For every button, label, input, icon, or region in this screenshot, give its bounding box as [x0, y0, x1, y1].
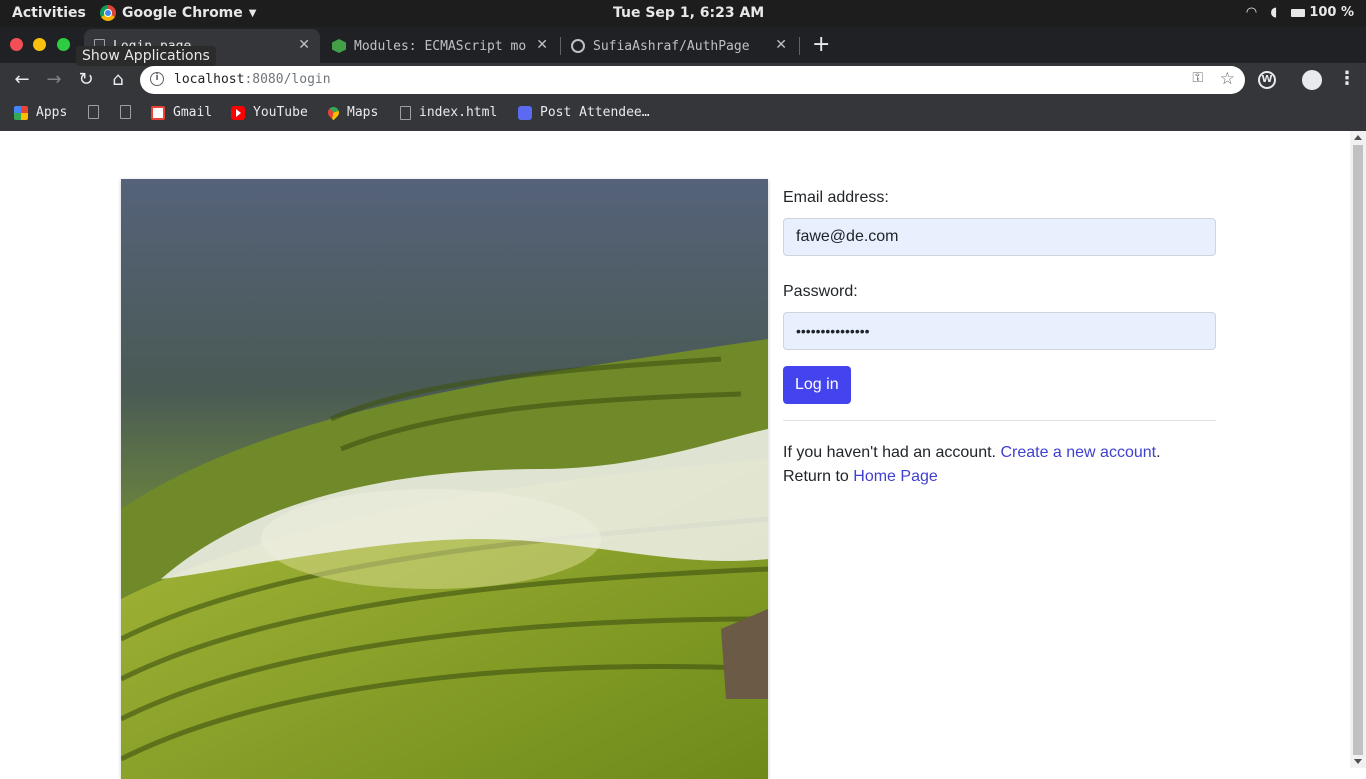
- close-tab-icon[interactable]: ✕: [775, 37, 787, 53]
- reload-button[interactable]: ↻: [74, 68, 98, 92]
- gnome-top-bar: Activities Google Chrome ▼ Tue Sep 1, 6:…: [0, 0, 1366, 27]
- back-button[interactable]: ←: [10, 68, 34, 92]
- close-tab-icon[interactable]: ✕: [536, 37, 548, 53]
- battery-status: 100 %: [1291, 5, 1354, 20]
- battery-icon: [1291, 8, 1306, 17]
- page-content: Email address: fawe@de.com Password: •••…: [0, 131, 1350, 779]
- key-icon[interactable]: ⚿: [1192, 70, 1203, 86]
- home-button[interactable]: ⌂: [106, 68, 130, 92]
- wifi-icon: ◠: [1246, 5, 1257, 20]
- forward-button[interactable]: →: [42, 68, 66, 92]
- maximize-window-button[interactable]: [57, 38, 70, 51]
- apps-grid-icon: [14, 105, 28, 120]
- app-menu[interactable]: Google Chrome ▼: [100, 5, 256, 21]
- profile-avatar[interactable]: [1302, 70, 1322, 90]
- bookmark-page[interactable]: [88, 105, 99, 119]
- minimize-window-button[interactable]: [33, 38, 46, 51]
- chrome-icon: [100, 5, 116, 21]
- account-help-text: If you haven't had an account. Create a …: [783, 444, 1161, 485]
- new-tab-button[interactable]: +: [812, 32, 830, 57]
- chevron-down-icon: ▼: [248, 7, 257, 19]
- password-field[interactable]: •••••••••••••••: [783, 312, 1216, 350]
- scrollbar-thumb[interactable]: [1353, 145, 1363, 755]
- close-window-button[interactable]: [10, 38, 23, 51]
- tab-modules[interactable]: Modules: ECMAScript mo ✕: [322, 29, 558, 63]
- menu-icon[interactable]: ⋮: [1338, 68, 1356, 89]
- close-tab-icon[interactable]: ✕: [298, 37, 310, 53]
- clock[interactable]: Tue Sep 1, 6:23 AM: [613, 5, 764, 21]
- zoom-icon: [518, 105, 532, 120]
- maps-icon: [325, 104, 342, 121]
- bookmark-youtube[interactable]: YouTube: [231, 105, 308, 120]
- bookmark-index-html[interactable]: index.html: [400, 105, 497, 120]
- home-page-link[interactable]: Home Page: [853, 468, 938, 485]
- password-label: Password:: [783, 283, 858, 300]
- email-label: Email address:: [783, 189, 889, 206]
- nodejs-hexagon-icon: [332, 39, 346, 53]
- gmail-icon: [151, 105, 165, 120]
- page-icon: [88, 105, 99, 119]
- activities-button[interactable]: Activities: [12, 5, 86, 21]
- address-bar[interactable]: i localhost:8080/login ⚿ ☆: [140, 66, 1245, 94]
- tab-separator: [799, 37, 800, 55]
- divider: [783, 420, 1216, 421]
- bookmark-maps[interactable]: Maps: [325, 104, 378, 121]
- volume-icon: ◖: [1270, 5, 1278, 20]
- bookmark-post-attendee[interactable]: Post Attendee…: [518, 105, 650, 120]
- url-text[interactable]: localhost:8080/login: [174, 72, 331, 87]
- login-button[interactable]: Log in: [783, 366, 851, 404]
- email-field[interactable]: fawe@de.com: [783, 218, 1216, 256]
- system-tray[interactable]: ◠ ◖ 100 %: [1246, 5, 1354, 20]
- scroll-down-icon[interactable]: [1354, 759, 1362, 764]
- browser-toolbar: ← → ↻ ⌂ i localhost:8080/login ⚿ ☆ W ⋮: [0, 63, 1366, 97]
- create-account-link[interactable]: Create a new account: [1000, 444, 1156, 461]
- extension-icon[interactable]: W: [1258, 71, 1276, 89]
- tab-label: SufiaAshraf/AuthPage: [593, 38, 750, 54]
- page-icon: [120, 105, 131, 119]
- app-name: Google Chrome: [122, 5, 243, 21]
- bookmark-star-icon[interactable]: ☆: [1220, 69, 1235, 89]
- bookmark-page[interactable]: [120, 105, 131, 119]
- tab-github[interactable]: SufiaAshraf/AuthPage ✕: [561, 29, 797, 63]
- rice-terrace-hero-image: [121, 179, 768, 779]
- tab-label: Modules: ECMAScript mo: [354, 38, 527, 54]
- bookmark-apps[interactable]: Apps: [14, 105, 67, 120]
- bookmark-gmail[interactable]: Gmail: [151, 105, 212, 120]
- bookmarks-bar: Apps Gmail YouTube Maps index.html Post …: [0, 97, 1366, 131]
- page-scrollbar[interactable]: [1350, 131, 1366, 768]
- login-form: Email address: fawe@de.com Password: •••…: [783, 189, 1216, 489]
- tooltip: Show Applications: [76, 46, 216, 66]
- page-icon: [400, 105, 411, 120]
- github-icon: [571, 39, 585, 53]
- scroll-up-icon[interactable]: [1354, 135, 1362, 140]
- youtube-icon: [231, 105, 245, 120]
- site-info-icon[interactable]: i: [150, 72, 164, 86]
